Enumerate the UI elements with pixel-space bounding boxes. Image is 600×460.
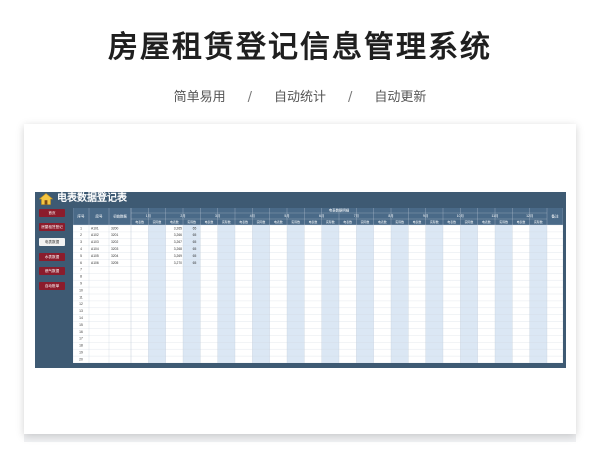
sub-header-reading: 电表数 — [447, 219, 456, 224]
cell-seq: 16 — [79, 330, 83, 334]
cell-feb-actual: 65 — [193, 226, 197, 230]
data-grid: 电表数据明细序号 房号 初始数据 备注1月电表数 实际数2月电表数 实际数3月电表数 实际数… — [73, 208, 563, 363]
feature-auto-update: 自动更新 — [374, 90, 427, 105]
col-header-seq: 序号 — [77, 213, 85, 218]
cell-seq: 9 — [80, 282, 82, 286]
group-header: 电表数据明细 — [329, 208, 350, 213]
cell-seq: 4 — [80, 247, 82, 251]
page-title: 房屋租赁登记信息管理系统 — [108, 30, 492, 65]
cell-seq: 8 — [80, 275, 82, 279]
cell-feb-reading: 3,266 — [174, 233, 182, 237]
sub-header-reading: 电表数 — [413, 219, 422, 224]
sub-header-actual: 实际数 — [534, 219, 543, 224]
cell-feb-actual: 65 — [193, 233, 197, 237]
sub-header-reading: 电表数 — [239, 219, 248, 224]
cell-room: A105 — [91, 254, 99, 258]
sub-header-actual: 实际数 — [361, 219, 370, 224]
sub-header-reading: 电表数 — [274, 219, 283, 224]
col-header-room: 房号 — [95, 213, 103, 218]
cell-seq: 1 — [80, 226, 82, 230]
cell-seq: 6 — [80, 261, 82, 265]
sub-header-reading: 电表数 — [170, 219, 179, 224]
cell-room: A103 — [91, 240, 99, 244]
cell-initial: 3202 — [111, 240, 119, 244]
cell-seq: 3 — [80, 240, 82, 244]
nav-bill-button[interactable]: 自动账单 — [39, 282, 65, 290]
cell-room: A106 — [91, 261, 99, 265]
home-icon — [39, 193, 53, 205]
sub-header-actual: 实际数 — [326, 219, 335, 224]
cell-room: A102 — [91, 233, 99, 237]
nav-home-button[interactable]: 首页 — [39, 209, 65, 217]
cell-seq: 15 — [79, 323, 83, 327]
sub-header-reading: 电表数 — [343, 219, 352, 224]
feature-easy: 简单易用 — [173, 90, 226, 105]
cell-initial: 3201 — [111, 233, 119, 237]
sub-header-actual: 实际数 — [257, 219, 266, 224]
sheet-title: 电表数据登记表 — [57, 193, 127, 204]
sub-header-actual: 实际数 — [499, 219, 508, 224]
cell-room: A104 — [91, 247, 99, 251]
separator: / — [348, 90, 353, 105]
electric-meter-table: 电表数据明细 序号 房号 初始数据 备注 1月 电表数 实际数 2月 电表数 实际数 3月 电表数 实际数… — [73, 208, 563, 363]
cell-feb-actual: 65 — [193, 261, 197, 265]
cell-feb-actual: 65 — [193, 254, 197, 258]
cell-seq: 2 — [80, 233, 82, 237]
cell-feb-actual: 65 — [193, 247, 197, 251]
cell-seq: 18 — [79, 344, 83, 348]
spreadsheet-app: 电表数据登记表 首页 房屋租赁登记 电表数据 水表数据 燃气数据 自动账单 电表… — [35, 192, 566, 368]
sub-header-reading: 电表数 — [517, 219, 526, 224]
cell-seq: 20 — [79, 357, 83, 361]
sub-header-reading: 电表数 — [205, 219, 214, 224]
sub-header-actual: 实际数 — [430, 219, 439, 224]
sub-header-reading: 电表数 — [135, 219, 144, 224]
sub-header-actual: 实际数 — [187, 219, 196, 224]
cell-seq: 12 — [79, 302, 83, 306]
cell-initial: 3203 — [111, 247, 119, 251]
cell-feb-reading: 3,268 — [174, 247, 182, 251]
cell-initial: 3204 — [111, 254, 119, 258]
cell-initial: 3200 — [111, 226, 119, 230]
cell-seq: 10 — [79, 288, 83, 292]
sub-header-reading: 电表数 — [378, 219, 387, 224]
cell-seq: 13 — [79, 309, 83, 313]
sub-header-reading: 电表数 — [309, 219, 318, 224]
sub-header-reading: 电表数 — [482, 219, 491, 224]
col-header-remark: 备注 — [551, 213, 559, 218]
feature-tagline: 简单易用 / 自动统计 / 自动更新 — [0, 86, 600, 105]
sub-header-actual: 实际数 — [465, 219, 474, 224]
cell-seq: 17 — [79, 337, 83, 341]
sub-header-actual: 实际数 — [153, 219, 162, 224]
cell-feb-reading: 3,269 — [174, 254, 182, 258]
cell-seq: 7 — [80, 268, 82, 272]
separator: / — [247, 90, 252, 105]
nav-rental-button[interactable]: 房屋租赁登记 — [39, 223, 65, 231]
cell-room: A101 — [91, 226, 99, 230]
cell-seq: 11 — [79, 295, 83, 299]
app-header: 电表数据登记表 — [35, 192, 566, 206]
sub-header-actual: 实际数 — [291, 219, 300, 224]
cell-seq: 5 — [80, 254, 82, 258]
nav-gas-button[interactable]: 燃气数据 — [39, 267, 65, 275]
nav-water-button[interactable]: 水表数据 — [39, 253, 65, 261]
cell-feb-reading: 3,265 — [174, 226, 182, 230]
nav-electric-button[interactable]: 电表数据 — [39, 238, 65, 246]
cell-seq: 19 — [79, 351, 83, 355]
cell-seq: 14 — [79, 316, 83, 320]
sub-header-actual: 实际数 — [222, 219, 231, 224]
sub-header-actual: 实际数 — [395, 219, 404, 224]
cell-feb-actual: 65 — [193, 240, 197, 244]
cell-initial: 3205 — [111, 261, 119, 265]
cell-feb-reading: 3,270 — [174, 261, 182, 265]
cell-feb-reading: 3,267 — [174, 240, 182, 244]
feature-auto-stats: 自动统计 — [273, 90, 326, 105]
col-header-initial: 初始数据 — [113, 213, 127, 218]
